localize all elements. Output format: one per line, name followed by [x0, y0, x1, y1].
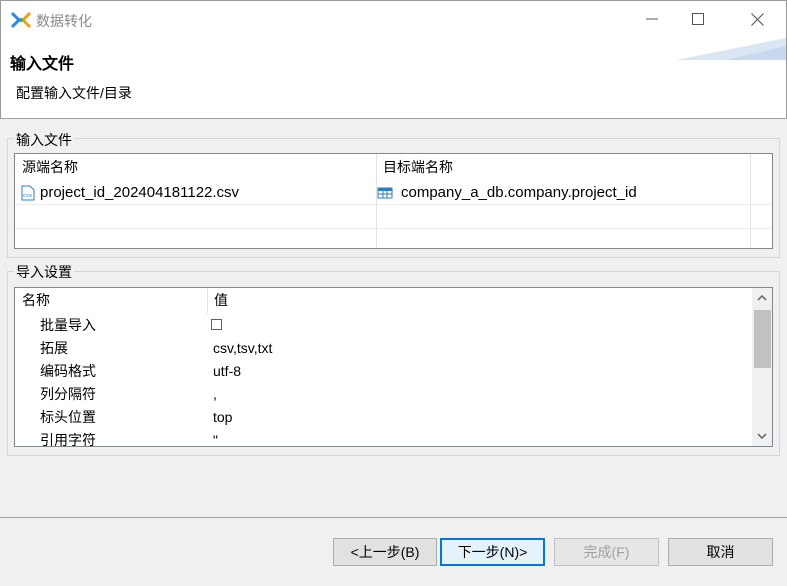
table-row-source-cell[interactable]: csv project_id_202404181122.csv — [20, 181, 239, 205]
minimize-icon — [646, 18, 658, 20]
csv-file-icon: csv — [21, 185, 35, 201]
vertical-scrollbar[interactable] — [752, 288, 772, 446]
column-header-name[interactable]: 名称 — [15, 288, 207, 313]
page-title: 输入文件 — [10, 56, 75, 73]
target-table-name: company_a_db.company.project_id — [401, 184, 637, 201]
scroll-down-button[interactable] — [752, 426, 772, 446]
property-value[interactable]: csv,tsv,txt — [213, 337, 272, 360]
minimize-button[interactable] — [629, 1, 675, 37]
window-title: 数据转化 — [36, 13, 92, 29]
maximize-icon — [692, 13, 704, 25]
property-name: 标头位置 — [40, 409, 96, 425]
table-row-target-cell[interactable]: company_a_db.company.project_id — [377, 181, 637, 205]
chevron-down-icon — [757, 433, 767, 439]
source-file-name: project_id_202404181122.csv — [40, 184, 240, 201]
table-icon — [377, 187, 393, 199]
maximize-button[interactable] — [675, 1, 721, 37]
import-settings-table[interactable]: 名称 值 批量导入 拓展 csv,tsv,txt 编码格式 utf-8 列分隔符… — [14, 287, 773, 447]
header-divider — [0, 118, 787, 119]
scroll-up-button[interactable] — [752, 288, 772, 308]
finish-button[interactable]: 完成(F) — [554, 538, 659, 566]
property-value[interactable]: utf-8 — [213, 360, 241, 383]
column-divider — [750, 154, 751, 248]
next-button[interactable]: 下一步(N)> — [440, 538, 545, 566]
close-icon — [750, 12, 764, 26]
property-name: 批量导入 — [40, 317, 96, 333]
row-divider — [15, 228, 772, 229]
column-header-source[interactable]: 源端名称 — [15, 154, 376, 180]
import-settings-group-label: 导入设置 — [14, 262, 74, 282]
title-bar: 数据转化 — [0, 0, 787, 38]
property-row[interactable]: 引用字符 " — [15, 429, 750, 447]
property-name: 列分隔符 — [40, 386, 96, 402]
property-row[interactable]: 拓展 csv,tsv,txt — [15, 337, 750, 360]
property-name: 引用字符 — [40, 432, 96, 447]
wizard-header: 输入文件 配置输入文件/目录 — [0, 38, 787, 118]
property-value[interactable]: top — [213, 406, 232, 429]
header-decoration — [676, 38, 786, 60]
property-row[interactable]: 标头位置 top — [15, 406, 750, 429]
property-value[interactable]: , — [213, 383, 217, 406]
close-button[interactable] — [734, 1, 780, 37]
property-name: 拓展 — [40, 340, 68, 356]
app-logo-icon — [10, 11, 32, 29]
page-description: 配置输入文件/目录 — [16, 85, 132, 101]
scrollbar-thumb[interactable] — [754, 310, 771, 368]
column-divider — [207, 288, 208, 313]
svg-text:csv: csv — [23, 193, 33, 199]
cancel-button[interactable]: 取消 — [668, 538, 773, 566]
chevron-up-icon — [757, 295, 767, 301]
property-row[interactable]: 列分隔符 , — [15, 383, 750, 406]
property-value[interactable]: " — [213, 429, 218, 446]
input-files-table[interactable]: 源端名称 目标端名称 csv project_id_202404181122.c… — [14, 153, 773, 249]
property-row[interactable]: 批量导入 — [15, 314, 750, 337]
column-header-value[interactable]: 值 — [207, 288, 750, 313]
property-name: 编码格式 — [40, 363, 96, 379]
input-files-group-label: 输入文件 — [14, 130, 74, 150]
back-button[interactable]: <上一步(B) — [333, 538, 437, 566]
column-header-target[interactable]: 目标端名称 — [376, 154, 750, 180]
batch-import-checkbox[interactable] — [211, 319, 222, 330]
property-row[interactable]: 编码格式 utf-8 — [15, 360, 750, 383]
footer-divider — [0, 517, 787, 518]
